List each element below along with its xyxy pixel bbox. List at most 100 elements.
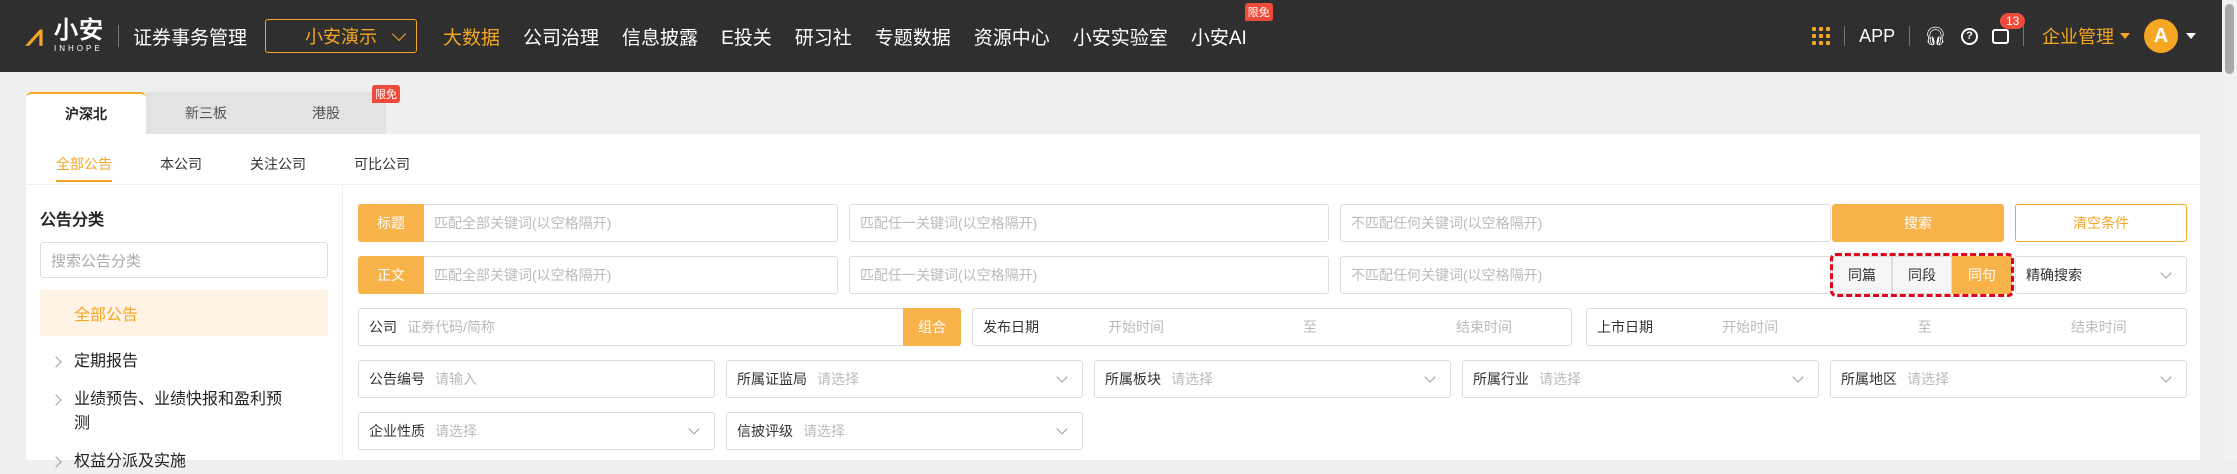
sidebar-item-all[interactable]: 全部公告 xyxy=(40,290,328,336)
logo-sub: INHOPE xyxy=(54,44,103,53)
industry-select[interactable]: 所属行业 请选择 xyxy=(1462,360,1819,398)
board-placeholder: 请选择 xyxy=(1171,371,1213,387)
caret-down-icon[interactable] xyxy=(2186,33,2196,39)
nav-item-topic-data[interactable]: 专题数据 xyxy=(875,23,951,50)
notice-number-input[interactable]: 请输入 xyxy=(435,369,477,389)
nav-item-resources[interactable]: 资源中心 xyxy=(974,23,1050,50)
logo-name: 小安 xyxy=(54,17,104,44)
title-match-any-input[interactable]: 匹配任一关键词(以空格隔开) xyxy=(849,204,1329,242)
listing-date-label: 上市日期 xyxy=(1597,319,1653,335)
placeholder: 匹配任一关键词(以空格隔开) xyxy=(860,215,1038,231)
sidebar-title: 公告分类 xyxy=(40,212,105,229)
nav-item-ai[interactable]: 小安AI 限免 xyxy=(1191,2,1273,50)
enterprise-menu[interactable]: 企业管理 xyxy=(2042,23,2130,49)
publish-date-range[interactable]: 发布日期 开始时间 至 结束时间 xyxy=(972,308,1572,346)
help-icon[interactable]: ? xyxy=(1961,27,1978,45)
body-match-any-input[interactable]: 匹配任一关键词(以空格隔开) xyxy=(849,256,1329,294)
logo[interactable]: ⩘ 小安 INHOPE xyxy=(26,18,104,54)
divider xyxy=(342,184,343,460)
divider xyxy=(26,184,2200,185)
headset-icon[interactable]: 🎧︎ xyxy=(1924,26,1947,47)
nav-item-big-data[interactable]: 大数据 xyxy=(443,23,500,50)
company-input[interactable]: 证券代码/简称 xyxy=(407,317,495,337)
message-icon[interactable]: 13 xyxy=(1992,12,2026,44)
free-badge: 限免 xyxy=(372,85,400,103)
notification-count: 13 xyxy=(2000,12,2026,29)
title-label: 标题 xyxy=(358,203,424,242)
enterprise-nature-placeholder: 请选择 xyxy=(435,423,477,439)
regulator-select[interactable]: 所属证监局 请选择 xyxy=(726,360,1083,398)
combo-button[interactable]: 组合 xyxy=(903,308,961,346)
nav-item-disclosure[interactable]: 信息披露 xyxy=(622,23,698,50)
enterprise-nature-label: 企业性质 xyxy=(369,423,425,439)
tab-own-company[interactable]: 本公司 xyxy=(160,154,202,182)
title-match-all-field[interactable]: 标题 匹配全部关键词(以空格隔开) xyxy=(358,203,838,242)
page-scrollbar[interactable] xyxy=(2222,0,2237,460)
sidebar-item-earnings-forecast[interactable]: 业绩预告、业绩快报和盈利预测 xyxy=(40,388,328,436)
nav-item-governance[interactable]: 公司治理 xyxy=(523,23,599,50)
placeholder: 不匹配任何关键词(以空格隔开) xyxy=(1351,267,1543,283)
chevron-down-icon xyxy=(391,26,407,42)
clear-conditions-button[interactable]: 清空条件 xyxy=(2015,204,2187,242)
nav-item-study[interactable]: 研习社 xyxy=(795,23,852,50)
tab-all-announcements[interactable]: 全部公告 xyxy=(56,154,112,182)
app-title: 证券事务管理 xyxy=(133,27,248,49)
body-match-none-input[interactable]: 不匹配任何关键词(以空格隔开) xyxy=(1340,256,1831,294)
free-badge: 限免 xyxy=(1244,2,1273,21)
disclosure-rating-label: 信披评级 xyxy=(737,423,793,439)
avatar[interactable]: A xyxy=(2144,19,2178,53)
chevron-down-icon xyxy=(1056,423,1068,435)
region-select[interactable]: 所属地区 请选择 xyxy=(1830,360,2187,398)
chevron-down-icon xyxy=(1792,371,1804,383)
logo-mark-icon: ⩘ xyxy=(26,19,43,52)
search-button[interactable]: 搜索 xyxy=(1832,204,2004,242)
company-select[interactable]: 小安演示 xyxy=(265,19,418,53)
company-field[interactable]: 公司 证券代码/简称 组合 xyxy=(358,308,961,346)
range-separator: 至 xyxy=(1303,319,1317,335)
title-match-none-input[interactable]: 不匹配任何关键词(以空格隔开) xyxy=(1340,204,1831,242)
precise-search-value: 精确搜索 xyxy=(2026,267,2082,283)
enterprise-nature-select[interactable]: 企业性质 请选择 xyxy=(358,412,715,450)
disclosure-rating-select[interactable]: 信披评级 请选择 xyxy=(726,412,1083,450)
category-search-input[interactable]: 搜索公告分类 xyxy=(40,242,328,278)
publish-start-input[interactable]: 开始时间 xyxy=(1049,317,1223,337)
listing-end-input[interactable]: 结束时间 xyxy=(2012,317,2186,337)
market-tabs: 沪深北 新三板 港股 限免 xyxy=(26,85,400,134)
nav-item-lab[interactable]: 小安实验室 xyxy=(1073,23,1168,50)
tab-hk-stocks-label: 港股 xyxy=(312,105,340,121)
tab-shanghai-shenzhen-beijing[interactable]: 沪深北 xyxy=(26,92,146,134)
board-select[interactable]: 所属板块 请选择 xyxy=(1094,360,1451,398)
disclosure-rating-placeholder: 请选择 xyxy=(803,423,845,439)
sidebar-item-dividends[interactable]: 权益分派及实施 xyxy=(40,450,328,474)
industry-placeholder: 请选择 xyxy=(1539,371,1581,387)
regulator-label: 所属证监局 xyxy=(737,371,807,387)
tab-comparable-companies[interactable]: 可比公司 xyxy=(354,154,410,182)
publish-date-label: 发布日期 xyxy=(983,319,1039,335)
chevron-right-icon xyxy=(50,456,62,468)
tab-new-third-board[interactable]: 新三板 xyxy=(146,92,266,134)
board-label: 所属板块 xyxy=(1105,371,1161,387)
nav-item-e-investor-relations[interactable]: E投关 xyxy=(721,23,772,50)
body-match-all-field[interactable]: 正文 匹配全部关键词(以空格隔开) xyxy=(358,255,838,294)
industry-label: 所属行业 xyxy=(1473,371,1529,387)
body-label: 正文 xyxy=(358,255,424,294)
divider xyxy=(1844,26,1846,46)
range-separator: 至 xyxy=(1917,319,1932,335)
scrollbar-thumb[interactable] xyxy=(2225,4,2234,74)
title-match-all-input[interactable]: 匹配全部关键词(以空格隔开) xyxy=(424,213,611,233)
placeholder: 不匹配任何关键词(以空格隔开) xyxy=(1351,215,1543,231)
apps-grid-icon[interactable] xyxy=(1812,27,1831,45)
app-link[interactable]: APP xyxy=(1859,26,1895,47)
sidebar-item-label: 业绩预告、业绩快报和盈利预测 xyxy=(74,391,283,432)
tab-followed-companies[interactable]: 关注公司 xyxy=(250,154,306,182)
listing-start-input[interactable]: 开始时间 xyxy=(1663,317,1837,337)
body-match-all-input[interactable]: 匹配全部关键词(以空格隔开) xyxy=(424,265,611,285)
listing-date-range[interactable]: 上市日期 开始时间 至 结束时间 xyxy=(1586,308,2187,346)
precise-search-select[interactable]: 精确搜索 xyxy=(2015,256,2187,294)
tab-hk-stocks[interactable]: 港股 限免 xyxy=(266,85,400,134)
sidebar-item-periodic-reports[interactable]: 定期报告 xyxy=(40,350,328,374)
publish-end-input[interactable]: 结束时间 xyxy=(1397,317,1571,337)
top-navbar: ⩘ 小安 INHOPE 证券事务管理 小安演示 大数据 公司治理 信息披露 E投… xyxy=(0,0,2222,72)
notice-number-field[interactable]: 公告编号 请输入 xyxy=(358,360,715,398)
caret-down-icon xyxy=(2120,33,2130,39)
